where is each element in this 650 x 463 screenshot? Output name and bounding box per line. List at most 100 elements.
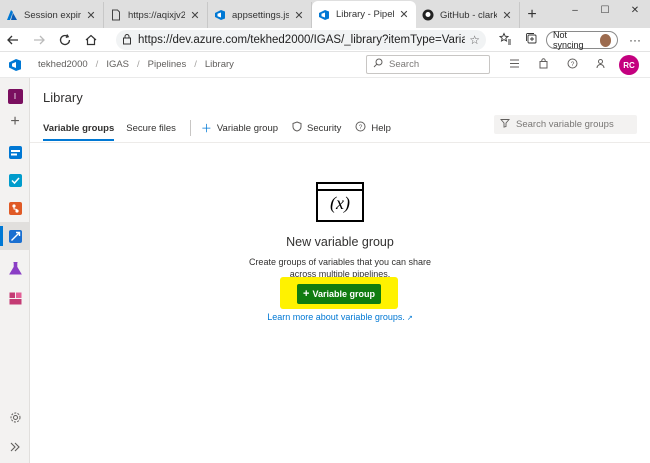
nav-artifacts[interactable] [0, 284, 30, 312]
window-controls: – ☐ ✕ [560, 0, 650, 20]
help-label: Help [371, 122, 391, 134]
help-command[interactable]: ? Help [355, 121, 391, 135]
browser-toolbar: https://dev.azure.com/tekhed2000/IGAS/_l… [0, 28, 650, 52]
breadcrumb-pipelines[interactable]: Pipelines [148, 59, 187, 70]
filter-placeholder: Search variable groups [516, 119, 614, 130]
nav-test-plans[interactable] [0, 254, 30, 282]
close-icon[interactable]: ✕ [293, 9, 305, 22]
close-icon[interactable]: ✕ [398, 8, 410, 21]
close-window-button[interactable]: ✕ [620, 0, 650, 20]
new-variable-group-button[interactable]: + Variable group [297, 284, 381, 304]
forward-arrow-icon [34, 35, 45, 44]
favorite-star-icon[interactable]: ☆ [469, 33, 480, 47]
refresh-button[interactable] [52, 28, 78, 52]
ado-search-input[interactable]: Search [366, 55, 490, 74]
nav-repos[interactable] [0, 194, 30, 222]
user-settings-icon[interactable] [587, 58, 616, 72]
shield-icon [292, 121, 302, 135]
azure-icon [6, 9, 18, 21]
breadcrumb: tekhed2000 / IGAS / Pipelines / Library [38, 59, 234, 70]
empty-state-title: New variable group [286, 235, 394, 249]
browser-tab-active[interactable]: Library - Pipelines ✕ [312, 1, 416, 28]
azure-devops-logo-icon[interactable] [0, 52, 30, 78]
learn-more-label: Learn more about variable groups. [267, 312, 405, 322]
home-button[interactable] [78, 28, 104, 52]
list-icon[interactable] [500, 58, 529, 72]
search-placeholder: Search [389, 59, 420, 70]
maximize-button[interactable]: ☐ [590, 0, 620, 20]
new-tab-button[interactable]: + [520, 2, 544, 28]
nav-overview[interactable] [0, 138, 30, 166]
refresh-icon [59, 33, 71, 45]
marketplace-bag-icon[interactable] [529, 58, 558, 72]
close-icon[interactable]: ✕ [501, 9, 513, 22]
breadcrumb-separator: / [95, 59, 99, 70]
azure-devops-icon [214, 9, 226, 21]
variable-group-illustration-icon: (x) [316, 182, 364, 222]
breadcrumb-library[interactable]: Library [205, 59, 234, 70]
url-text[interactable]: https://dev.azure.com/tekhed2000/IGAS/_l… [138, 34, 465, 46]
left-nav-rail: I + [0, 78, 30, 463]
sync-status-button[interactable]: Not syncing [546, 30, 618, 50]
ado-header: tekhed2000 / IGAS / Pipelines / Library … [0, 52, 650, 78]
filter-variable-groups-input[interactable]: Search variable groups [494, 115, 637, 134]
header-icons: ? [500, 52, 616, 78]
help-circle-icon: ? [355, 121, 366, 135]
security-label: Security [307, 122, 342, 134]
address-bar[interactable]: https://dev.azure.com/tekhed2000/IGAS/_l… [116, 30, 486, 50]
help-icon[interactable]: ? [558, 58, 587, 72]
browser-menu-button[interactable]: ··· [624, 28, 646, 52]
profile-avatar [599, 33, 611, 47]
page-icon [110, 9, 122, 21]
variable-symbol: (x) [330, 193, 350, 213]
forward-button[interactable] [26, 28, 52, 52]
project-switcher[interactable]: I [0, 82, 30, 110]
browser-tab-title: appsettings.json - [232, 9, 289, 21]
nav-boards[interactable] [0, 166, 30, 194]
browser-tab-title: https://aqixjv2y-ig [128, 9, 185, 21]
back-arrow-icon [7, 35, 18, 44]
collapse-nav-button[interactable] [0, 435, 30, 459]
main-content: Library Variable groups Secure files ＋ V… [30, 78, 650, 463]
tab-variable-groups[interactable]: Variable groups [43, 114, 115, 142]
divider [189, 120, 191, 136]
tab-secure-files[interactable]: Secure files [126, 114, 176, 142]
browser-tab[interactable]: https://aqixjv2y-ig ✕ [104, 2, 208, 28]
breadcrumb-project[interactable]: IGAS [106, 59, 129, 70]
minimize-button[interactable]: – [560, 0, 590, 20]
divider [30, 142, 650, 143]
close-icon[interactable]: ✕ [189, 9, 201, 22]
lock-icon [122, 33, 132, 48]
nav-add-button[interactable]: + [0, 108, 30, 136]
collections-icon[interactable] [518, 32, 544, 48]
favorites-bar-icon[interactable] [492, 32, 518, 48]
browser-tab-title: GitHub - clarkio/a [440, 9, 497, 21]
overview-icon [8, 145, 22, 159]
double-chevron-right-icon [10, 442, 20, 452]
browser-tab[interactable]: Session expired ✕ [0, 2, 104, 28]
security-command[interactable]: Security [292, 121, 341, 135]
browser-tab[interactable]: appsettings.json - ✕ [208, 2, 312, 28]
user-avatar[interactable]: RC [619, 55, 639, 75]
new-variable-group-label: Variable group [312, 289, 375, 299]
breadcrumb-separator: / [137, 59, 140, 70]
plus-icon: ＋ [200, 123, 212, 135]
browser-tab[interactable]: GitHub - clarkio/a ✕ [416, 2, 520, 28]
page-title: Library [43, 90, 83, 105]
svg-text:?: ? [359, 124, 363, 131]
filter-funnel-icon [500, 118, 510, 131]
repos-icon [8, 201, 22, 215]
back-button[interactable] [0, 28, 26, 52]
artifacts-icon [9, 292, 21, 304]
github-icon [422, 9, 434, 21]
boards-icon [8, 173, 22, 187]
plus-icon: + [303, 288, 310, 300]
project-settings-button[interactable] [0, 405, 30, 429]
breadcrumb-org[interactable]: tekhed2000 [38, 59, 88, 70]
add-variable-group-command[interactable]: ＋ Variable group [201, 120, 278, 136]
svg-text:?: ? [571, 61, 575, 68]
learn-more-link[interactable]: Learn more about variable groups. ↗ [30, 312, 650, 322]
nav-pipelines[interactable] [0, 222, 30, 250]
azure-devops-icon [318, 9, 330, 21]
close-icon[interactable]: ✕ [85, 9, 97, 22]
